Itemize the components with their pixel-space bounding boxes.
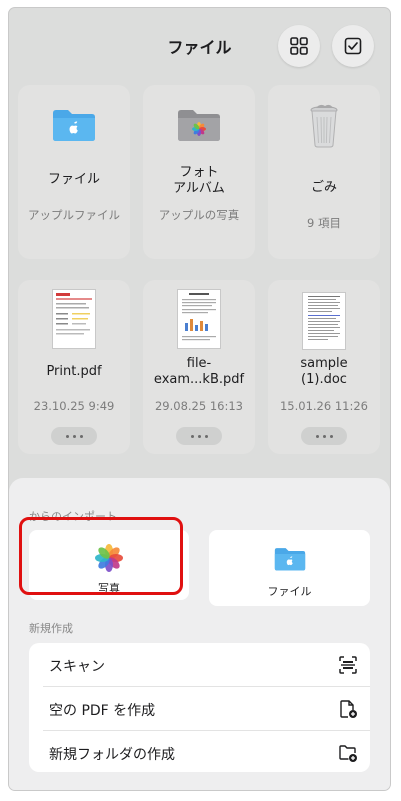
create-pdf-label: 空の PDF を作成 xyxy=(49,703,156,719)
scan-action[interactable]: スキャン xyxy=(29,643,370,686)
trash-can-icon xyxy=(268,103,380,149)
grid-item-files[interactable]: ファイル アップルファイル xyxy=(18,85,130,259)
item-name: ごみ xyxy=(310,180,337,195)
import-files-label: ファイル xyxy=(267,585,312,598)
item-subtitle: 23.10.25 9:49 xyxy=(33,399,115,413)
doc-thumbnail-icon xyxy=(268,292,380,350)
item-name: フォト アルバム xyxy=(173,165,225,196)
item-subtitle: アップルファイル xyxy=(28,208,120,222)
more-options-button[interactable] xyxy=(301,427,347,445)
grid-view-button[interactable] xyxy=(278,25,320,67)
create-pdf-action[interactable]: 空の PDF を作成 xyxy=(29,687,370,730)
more-options-button[interactable] xyxy=(51,427,97,445)
app-window: ファイル ファイル アップルファイル フォト アルバム アップルの写真 ごみ 9… xyxy=(9,8,390,790)
item-subtitle: アップルの写真 xyxy=(158,208,240,222)
item-name: Print.pdf xyxy=(46,364,102,379)
checkbox-select-icon xyxy=(344,37,362,55)
item-name: sample (1).doc xyxy=(300,356,348,387)
new-folder-action[interactable]: 新規フォルダの作成 xyxy=(29,731,370,772)
scan-label: スキャン xyxy=(49,659,105,675)
import-files-button[interactable]: ファイル xyxy=(209,530,370,606)
select-button[interactable] xyxy=(332,25,374,67)
photos-folder-icon xyxy=(143,107,255,143)
grid-view-icon xyxy=(290,37,308,55)
item-subtitle: 29.08.25 16:13 xyxy=(154,399,243,413)
new-folder-icon xyxy=(339,745,357,762)
grid-item-photo-album[interactable]: フォト アルバム アップルの写真 xyxy=(143,85,255,259)
files-folder-icon xyxy=(273,546,307,576)
create-actions-list: スキャン 空の PDF を作成 新規フォルダの作成 xyxy=(29,643,370,772)
grid-item-sample-doc[interactable]: sample (1).doc 15.01.26 11:26 xyxy=(268,280,380,454)
item-subtitle: 9 項目 xyxy=(307,216,341,230)
section-label-create: 新規作成 xyxy=(29,622,73,635)
grid-item-trash[interactable]: ごみ 9 項目 xyxy=(268,85,380,259)
scan-icon xyxy=(339,656,357,674)
grid-item-file-exam-pdf[interactable]: file- exam...kB.pdf 29.08.25 16:13 xyxy=(143,280,255,454)
new-pdf-icon xyxy=(340,700,357,718)
item-name: file- exam...kB.pdf xyxy=(153,356,245,387)
new-folder-label: 新規フォルダの作成 xyxy=(49,747,175,763)
top-bar: ファイル xyxy=(9,8,390,80)
pdf-thumbnail-icon xyxy=(18,289,130,349)
pdf-thumbnail-icon xyxy=(143,289,255,349)
grid-item-print-pdf[interactable]: Print.pdf 23.10.25 9:49 xyxy=(18,280,130,454)
blue-folder-icon xyxy=(18,107,130,143)
photos-highlight-ring xyxy=(19,517,183,595)
item-subtitle: 15.01.26 11:26 xyxy=(279,399,368,413)
item-name: ファイル xyxy=(47,172,100,187)
more-options-button[interactable] xyxy=(176,427,222,445)
